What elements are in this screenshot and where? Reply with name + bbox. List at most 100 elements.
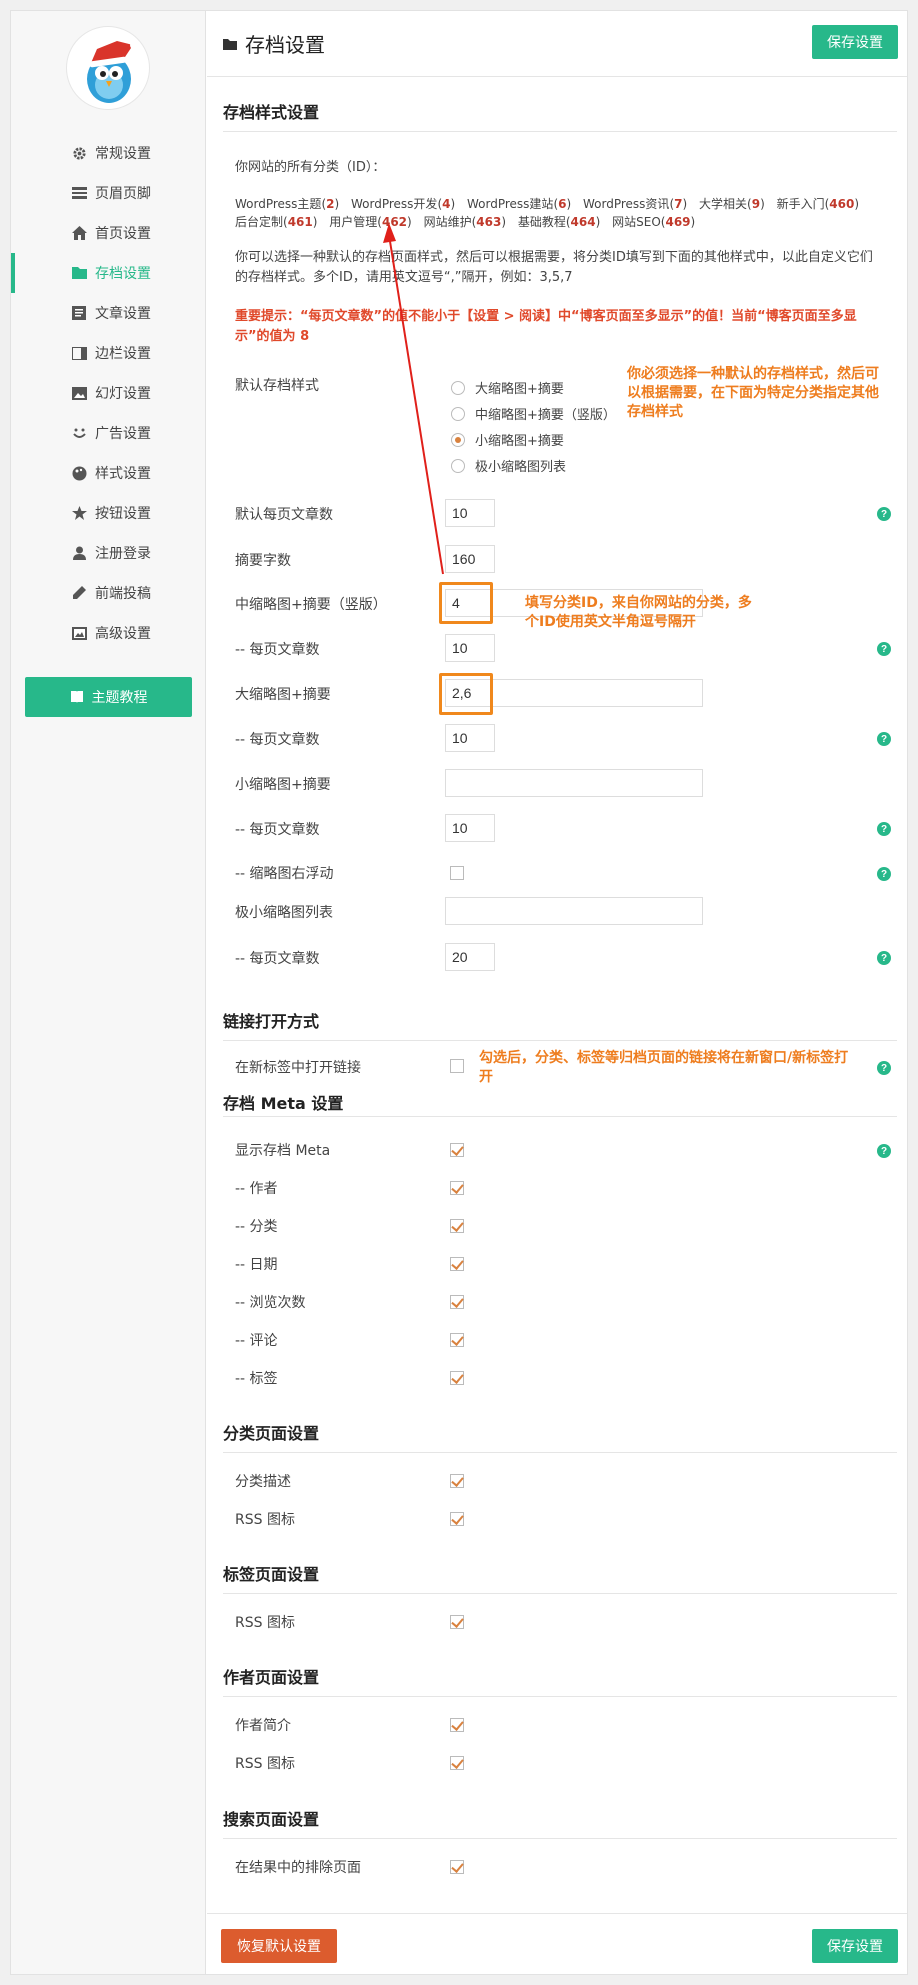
option-checkbox[interactable] xyxy=(450,1143,464,1157)
tiny-per-page-label: -- 每页文章数 xyxy=(235,951,320,967)
option-checkbox[interactable] xyxy=(450,1371,464,1385)
sidebar-item-3[interactable]: 存档设置 xyxy=(11,253,206,293)
image-icon xyxy=(71,625,87,641)
sidebar-item-label: 文章设置 xyxy=(95,306,151,322)
sidebar-item-label: 前端投稿 xyxy=(95,586,151,602)
sidebar-item-label: 幻灯设置 xyxy=(95,386,151,402)
option-label: RSS 图标 xyxy=(235,1615,295,1631)
document-icon xyxy=(71,305,87,321)
option-label: RSS 图标 xyxy=(235,1512,295,1528)
tiny-thumb-label: 极小缩略图列表 xyxy=(235,905,333,921)
option-checkbox[interactable] xyxy=(450,1860,464,1874)
option-checkbox[interactable] xyxy=(450,1756,464,1770)
option-checkbox[interactable] xyxy=(450,1474,464,1488)
sidebar-item-label: 广告设置 xyxy=(95,426,151,442)
sidebar-item-5[interactable]: 边栏设置 xyxy=(11,333,206,373)
settings-frame: 常规设置页眉页脚首页设置存档设置文章设置边栏设置幻灯设置广告设置样式设置按钮设置… xyxy=(10,10,908,1975)
tiny-thumb-ids-input[interactable] xyxy=(445,897,703,925)
smile-icon xyxy=(71,425,87,441)
theme-tutorial-button[interactable]: 主题教程 xyxy=(25,677,192,717)
option-label: -- 标签 xyxy=(235,1371,278,1387)
footer-divider xyxy=(207,1913,907,1914)
sidebar-item-2[interactable]: 首页设置 xyxy=(11,213,206,253)
help-icon[interactable]: ? xyxy=(877,1061,891,1075)
book-icon xyxy=(70,691,83,703)
option-label: -- 浏览次数 xyxy=(235,1295,306,1311)
avatar xyxy=(66,26,150,110)
annotation-arrow xyxy=(383,223,444,575)
annotation-link-open: 勾选后，分类、标签等归档页面的链接将在新窗口/新标签打开 xyxy=(479,1050,849,1085)
palette-icon xyxy=(71,465,87,481)
option-label: RSS 图标 xyxy=(235,1756,295,1772)
option-checkbox[interactable] xyxy=(450,1512,464,1526)
section-link-open: 链接打开方式 xyxy=(223,1008,897,1041)
option-checkbox[interactable] xyxy=(450,1295,464,1309)
gear-icon xyxy=(71,145,87,161)
folder-icon xyxy=(71,265,87,281)
sidebar: 常规设置页眉页脚首页设置存档设置文章设置边栏设置幻灯设置广告设置样式设置按钮设置… xyxy=(11,11,206,1974)
sidebar-item-8[interactable]: 样式设置 xyxy=(11,453,206,493)
thumb-float-checkbox[interactable] xyxy=(450,866,464,880)
sidebar-item-label: 常规设置 xyxy=(95,146,151,162)
theme-tutorial-label: 主题教程 xyxy=(91,690,148,706)
sidebar-item-7[interactable]: 广告设置 xyxy=(11,413,206,453)
save-button-bottom[interactable]: 保存设置 xyxy=(812,1929,898,1963)
sidebar-item-label: 边栏设置 xyxy=(95,346,151,362)
sidebar-nav: 常规设置页眉页脚首页设置存档设置文章设置边栏设置幻灯设置广告设置样式设置按钮设置… xyxy=(11,133,206,653)
sidebar-item-label: 样式设置 xyxy=(95,466,151,482)
sidebar-item-label: 存档设置 xyxy=(95,266,151,282)
sidebar-item-1[interactable]: 页眉页脚 xyxy=(11,173,206,213)
sidebar-item-label: 高级设置 xyxy=(95,626,151,642)
option-label: 显示存档 Meta xyxy=(235,1143,331,1159)
option-checkbox[interactable] xyxy=(450,1333,464,1347)
section-tag-page: 标签页面设置 xyxy=(223,1561,897,1594)
small-thumb-ids-input[interactable] xyxy=(445,769,703,797)
star-icon xyxy=(71,505,87,521)
medium-per-page-label: -- 每页文章数 xyxy=(235,642,320,658)
help-icon[interactable]: ? xyxy=(877,1144,891,1158)
new-tab-label: 在新标签中打开链接 xyxy=(235,1060,361,1076)
sidebar-item-label: 首页设置 xyxy=(95,226,151,242)
help-icon[interactable]: ? xyxy=(877,867,891,881)
option-checkbox[interactable] xyxy=(450,1615,464,1629)
option-checkbox[interactable] xyxy=(450,1718,464,1732)
sidebar-item-0[interactable]: 常规设置 xyxy=(11,133,206,173)
small-per-page-label: -- 每页文章数 xyxy=(235,822,320,838)
help-icon[interactable]: ? xyxy=(877,732,891,746)
sidebar-item-10[interactable]: 注册登录 xyxy=(11,533,206,573)
sidebar-item-6[interactable]: 幻灯设置 xyxy=(11,373,206,413)
user-icon xyxy=(71,545,87,561)
help-icon[interactable]: ? xyxy=(877,642,891,656)
sidebar-item-11[interactable]: 前端投稿 xyxy=(11,573,206,613)
option-checkbox[interactable] xyxy=(450,1257,464,1271)
help-icon[interactable]: ? xyxy=(877,822,891,836)
reset-defaults-button[interactable]: 恢复默认设置 xyxy=(221,1929,337,1963)
highlight-box-large xyxy=(439,673,493,715)
sidebar-item-4[interactable]: 文章设置 xyxy=(11,293,206,333)
tiny-per-page-input[interactable]: 20 xyxy=(445,943,495,971)
divider xyxy=(223,1116,897,1117)
sidebar-item-12[interactable]: 高级设置 xyxy=(11,613,206,653)
section-search-page: 搜索页面设置 xyxy=(223,1806,897,1839)
help-icon[interactable]: ? xyxy=(877,951,891,965)
option-label: 在结果中的排除页面 xyxy=(235,1860,361,1876)
option-label: -- 作者 xyxy=(235,1181,278,1197)
header-icon xyxy=(71,185,87,201)
slides-icon xyxy=(71,385,87,401)
option-label: -- 评论 xyxy=(235,1333,278,1349)
sidebar-item-9[interactable]: 按钮设置 xyxy=(11,493,206,533)
home-icon xyxy=(71,225,87,241)
option-checkbox[interactable] xyxy=(450,1181,464,1195)
option-label: -- 分类 xyxy=(235,1219,278,1235)
small-per-page-input[interactable]: 10 xyxy=(445,814,495,842)
new-tab-checkbox[interactable] xyxy=(450,1059,464,1073)
thumb-float-label: -- 缩略图右浮动 xyxy=(235,866,334,882)
option-checkbox[interactable] xyxy=(450,1219,464,1233)
large-per-page-label: -- 每页文章数 xyxy=(235,732,320,748)
section-author-page: 作者页面设置 xyxy=(223,1664,897,1697)
small-thumb-label: 小缩略图+摘要 xyxy=(235,777,331,793)
large-per-page-input[interactable]: 10 xyxy=(445,724,495,752)
medium-per-page-input[interactable]: 10 xyxy=(445,634,495,662)
section-category-page: 分类页面设置 xyxy=(223,1420,897,1453)
option-label: -- 日期 xyxy=(235,1257,278,1273)
